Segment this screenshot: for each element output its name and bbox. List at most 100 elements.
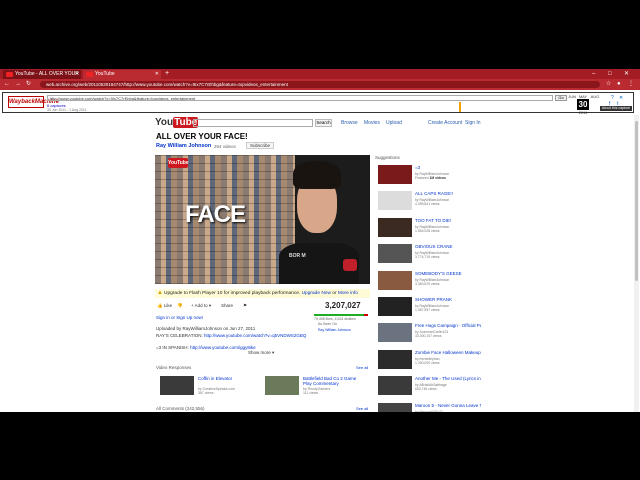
menu-icon[interactable]: ⋮ [628, 80, 634, 89]
suggestion-title[interactable]: Maroon 5 - Never Gonna Leave This Bed [415, 403, 481, 408]
add-to-button[interactable]: + Add to ▾ [191, 302, 211, 309]
reload-button[interactable]: ↻ [26, 79, 31, 90]
suggestion-item[interactable]: ALL CAPS RAGE!! by RayWilliamJohnson 4,399… [378, 191, 478, 213]
suggestion-title[interactable]: Another Me - The Used (Lyrics in Info) [415, 376, 481, 381]
close-tab-icon[interactable]: ✕ [75, 70, 79, 79]
as-seen-on-channel[interactable]: Ray William Johnson [318, 328, 351, 332]
sign-in-link[interactable]: Sign In [465, 119, 481, 127]
new-tab-button[interactable]: + [165, 69, 169, 79]
minimize-button[interactable]: – [592, 69, 595, 79]
address-bar[interactable]: web.archive.org/web/20110530184747/http:… [40, 81, 600, 88]
wayback-logo[interactable]: WaybackMachine [8, 96, 59, 108]
star-icon[interactable]: ☆ [606, 80, 611, 89]
suggestion-thumbnail[interactable] [378, 349, 412, 369]
back-button[interactable]: ← [4, 79, 10, 90]
close-tab-icon[interactable]: ✕ [155, 70, 159, 79]
maximize-button[interactable]: □ [608, 69, 612, 79]
signin-prompt[interactable]: Sign in or Sign Up now! [156, 315, 203, 320]
response-thumbnail[interactable] [160, 376, 194, 395]
suggestion-thumbnail[interactable] [378, 402, 412, 412]
flag-icon[interactable]: ⚑ [243, 302, 247, 309]
suggestion-item[interactable]: =3 by RayWilliamJohnson Featured 1M videos [378, 165, 478, 187]
like-button[interactable]: 👍 Like [157, 302, 172, 309]
wayback-timeline-marker[interactable] [459, 102, 461, 112]
suggestion-title[interactable]: TOO FAT TO DIE! [415, 218, 481, 223]
suggestion-thumbnail[interactable] [378, 191, 412, 211]
response-title[interactable]: Coffin in Elevator [198, 376, 260, 381]
suggestion-title[interactable]: Free Hugs Campaign - Official Page (musi… [415, 323, 481, 328]
cal-day: 30 [577, 99, 589, 110]
wayback-cal-next[interactable]: AUG [589, 94, 601, 99]
suggestion-item[interactable]: Maroon 5 - Never Gonna Leave This Bedby … [378, 402, 481, 412]
suggestion-item[interactable]: OBVIOUS CRANE by RayWilliamJohnson 3,774,7… [378, 244, 478, 266]
suggestion-item[interactable]: Free Hugs Campaign - Official Page (musi… [378, 323, 481, 345]
response-item[interactable]: Battlefield Bad Co 2 Game Play Commentar… [265, 376, 365, 398]
suggestion-title[interactable]: SHOWER PRANK [415, 297, 481, 302]
about-capture-link[interactable]: About this capture [600, 106, 632, 111]
response-meta: by RhodyGamers 111 views [303, 387, 330, 395]
channel-link[interactable]: Ray William Johnson [156, 143, 211, 149]
scrollbar-thumb[interactable] [635, 121, 638, 281]
suggestion-thumbnail[interactable] [378, 165, 412, 184]
suggestion-views: 4,399,841 views [415, 202, 440, 207]
suggestion-item[interactable]: SHOWER PRANK by RayWilliamJohnson 1,387,55… [378, 297, 478, 319]
browse-link[interactable]: Browse [341, 119, 358, 127]
youtube-logo[interactable]: YouTube [155, 117, 199, 128]
create-account-link[interactable]: Create Account [428, 119, 462, 127]
suggestion-thumbnail[interactable] [378, 217, 412, 237]
subscribe-button[interactable]: Subscribe [246, 142, 274, 149]
youtube-favicon-icon [86, 72, 93, 77]
page-scrollbar[interactable] [634, 115, 639, 412]
close-window-button[interactable]: ✕ [624, 69, 629, 79]
suggestion-title[interactable]: SOMEBODY'S GEESE [415, 271, 481, 276]
comments-heading: All Comments (242,556) [156, 406, 205, 411]
response-thumbnail[interactable] [265, 376, 299, 395]
suggestion-item[interactable]: Another Me - The Used (Lyrics in Info) by… [378, 376, 481, 398]
suggestion-item[interactable]: SOMEBODY'S GEESE by RayWilliamJohnson 3,38… [378, 270, 481, 293]
suggestion-title[interactable]: ALL CAPS RAGE!! [415, 191, 481, 196]
suggestion-views: 603,746 views [415, 387, 437, 392]
suggestion-title[interactable]: Zombie Face Halloween Makeup Tutorial - … [415, 350, 481, 355]
suggestion-meta: by RayWilliamJohnson 3,774,719 views [415, 251, 449, 259]
video-count: 264 videos [214, 144, 236, 149]
dislike-icon[interactable]: 👎 [177, 302, 183, 309]
responses-see-all-link[interactable]: See all [356, 365, 368, 370]
likes-count: 79,498 likes, 4,524 dislikes [314, 317, 356, 321]
suggestion-thumbnail[interactable] [378, 244, 412, 264]
more-info-link[interactable]: More info [338, 291, 358, 296]
movies-link[interactable]: Movies [364, 119, 380, 127]
response-item[interactable]: Coffin in Elevator by CreativeSpeaks.com… [160, 376, 260, 398]
desc-link-1[interactable]: http://www.youtube.com/watch?v=q5VNDWS2G… [204, 333, 306, 338]
upgrade-now-link[interactable]: Upgrade Now [302, 291, 331, 296]
suggestion-thumbnail[interactable] [378, 270, 412, 290]
suggestion-thumbnail[interactable] [378, 323, 412, 343]
search-input[interactable] [193, 119, 313, 127]
tab-youtube-video[interactable]: YouTube - ALL OVER YOUR ✕ [3, 70, 81, 79]
upload-link[interactable]: Upload [386, 119, 402, 127]
close-icon[interactable]: ✕ [619, 95, 623, 101]
suggestion-title[interactable]: OBVIOUS CRANE [415, 244, 481, 249]
suggestion-meta: by JuanmanCarlin123 33,300,157 views [415, 330, 448, 338]
suggestion-title[interactable]: =3 [415, 165, 481, 170]
suggestion-thumbnail[interactable] [378, 376, 412, 396]
suggestion-item[interactable]: Zombie Face Halloween Makeup Tutorial - … [378, 349, 481, 372]
profile-icon[interactable]: ● [617, 80, 621, 89]
flash-upgrade-notice: ▲ Upgrade to Flash Player 10 for improve… [155, 289, 370, 298]
share-button[interactable]: Share [221, 302, 233, 309]
rating-bar [314, 314, 368, 316]
suggestion-item[interactable]: TOO FAT TO DIE! by RayWilliamJohnson 1,563… [378, 217, 481, 240]
video-player[interactable]: YouTube FACE BOR M [155, 155, 370, 284]
response-title[interactable]: Battlefield Bad Co 2 Game Play Commentar… [303, 376, 365, 386]
suggestion-thumbnail[interactable] [378, 297, 412, 316]
tab-youtube[interactable]: YouTube ✕ [83, 70, 161, 79]
youtube-watermark: YouTube [168, 158, 189, 168]
presenter: BOR M [279, 161, 359, 284]
desc-link-2[interactable]: http://www.youtube.com/iggy8ike [190, 345, 256, 350]
comments-see-all-link[interactable]: See all [356, 406, 368, 411]
forward-button[interactable]: → [15, 79, 21, 90]
wayback-url-input[interactable]: http://www.youtube.com/watch?v=9Ix7C7rEh… [47, 95, 553, 101]
response-views: 111 views [303, 391, 319, 395]
help-icon[interactable]: ? [611, 95, 614, 101]
show-more-button[interactable]: Show more ▾ [248, 350, 274, 356]
search-button[interactable]: Search [315, 119, 332, 127]
